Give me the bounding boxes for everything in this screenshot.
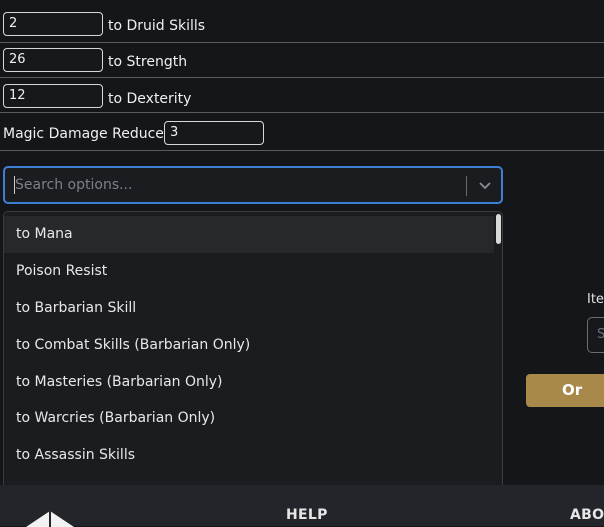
druid-skills-label: to Druid Skills bbox=[108, 18, 206, 34]
options-menu: to Mana Poison Resist to Barbarian Skill… bbox=[3, 211, 503, 511]
search-options-placeholder: Search options... bbox=[15, 177, 133, 193]
stat-row-dexterity: 12 to Dexterity bbox=[0, 78, 604, 113]
druid-skills-input[interactable]: 2 bbox=[3, 12, 103, 36]
footer-help-link[interactable]: HELP bbox=[286, 507, 328, 523]
stat-row-magic-damage: Magic Damage Reduced by 3 bbox=[0, 113, 604, 151]
menu-item-to-mana[interactable]: to Mana bbox=[4, 216, 496, 253]
strength-input[interactable]: 26 bbox=[3, 48, 103, 72]
menu-item-assassin-skills[interactable]: to Assassin Skills bbox=[4, 437, 496, 474]
footer: HELP ABOU bbox=[0, 485, 604, 527]
dexterity-input[interactable]: 12 bbox=[3, 84, 103, 108]
menu-item-warcries[interactable]: to Warcries (Barbarian Only) bbox=[4, 400, 496, 437]
dexterity-label: to Dexterity bbox=[108, 91, 192, 107]
menu-item-poison-resist[interactable]: Poison Resist bbox=[4, 253, 496, 290]
strength-label: to Strength bbox=[108, 54, 188, 70]
stat-row-strength: 26 to Strength bbox=[0, 43, 604, 78]
logo-icon bbox=[26, 511, 74, 527]
magic-damage-input[interactable]: 3 bbox=[164, 121, 264, 145]
menu-scrollbar-thumb[interactable] bbox=[496, 214, 501, 244]
stat-row-druid-skills: 2 to Druid Skills bbox=[0, 8, 604, 43]
menu-item-masteries[interactable]: to Masteries (Barbarian Only) bbox=[4, 364, 496, 401]
footer-about-link[interactable]: ABOU bbox=[570, 507, 604, 523]
menu-item-barbarian-skill[interactable]: to Barbarian Skill bbox=[4, 290, 496, 327]
menu-item-combat-skills[interactable]: to Combat Skills (Barbarian Only) bbox=[4, 327, 496, 364]
select-separator bbox=[466, 176, 467, 196]
chevron-down-icon[interactable] bbox=[478, 178, 492, 192]
menu-scrollbar[interactable] bbox=[494, 212, 502, 510]
item-search-placeholder: S bbox=[597, 327, 604, 342]
or-button[interactable]: Or bbox=[526, 374, 604, 407]
search-options-select[interactable]: Search options... bbox=[3, 166, 503, 204]
item-search-input[interactable]: S bbox=[587, 317, 604, 353]
item-label: Iter bbox=[587, 292, 604, 307]
